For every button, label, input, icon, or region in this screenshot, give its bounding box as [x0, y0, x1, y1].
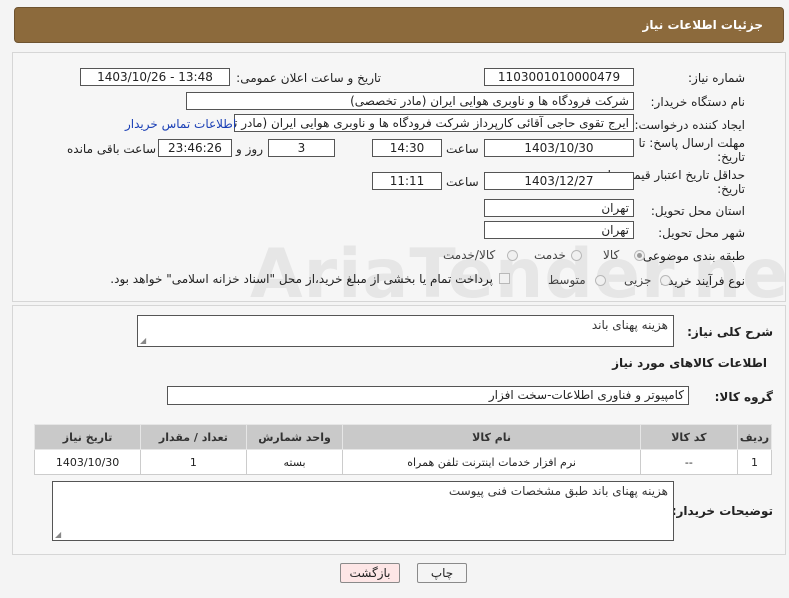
goods-info-title: اطلاعات کالاهای مورد نیاز [612, 356, 767, 370]
table-row[interactable]: 1 -- نرم افزار خدمات اینترنت تلفن همراه … [33, 449, 772, 475]
deadline-time-field[interactable]: 14:30 [372, 139, 442, 157]
col-date-header: تاریخ نیاز [33, 424, 142, 450]
resize-grip-icon[interactable]: ◢ [140, 337, 146, 345]
page-header: جزئیات اطلاعات نیاز [14, 7, 784, 43]
buyer-notes-text: هزینه پهنای باند طبق مشخصات فنی پیوست [448, 484, 668, 498]
purchase-radio-minor[interactable] [660, 275, 671, 286]
page-title: جزئیات اطلاعات نیاز [642, 18, 763, 32]
back-button[interactable]: بازگشت [340, 563, 400, 583]
table-header-row: ردیف کد کالا نام کالا واحد شمارش تعداد /… [33, 424, 772, 450]
buyer-notes-label: توضیحات خریدار: [671, 504, 773, 518]
announce-label: تاریخ و ساعت اعلان عمومی: [236, 71, 381, 85]
remaining-time-field[interactable]: 23:46:26 [158, 139, 232, 157]
price-validity-date-field[interactable]: 1403/12/27 [484, 172, 634, 190]
treasury-payment-note: پرداخت تمام یا بخشی از مبلغ خرید،از محل … [110, 272, 493, 286]
need-number-field[interactable]: 1103001010000479 [484, 68, 634, 86]
price-validity-time-field[interactable]: 11:11 [372, 172, 442, 190]
purchase-type-label: نوع فرآیند خرید : [660, 274, 745, 288]
buyer-notes-field[interactable]: هزینه پهنای باند طبق مشخصات فنی پیوست ◢ [52, 481, 674, 541]
cell-name: نرم افزار خدمات اینترنت تلفن همراه [342, 449, 641, 475]
announce-field[interactable]: 1403/10/26 - 13:48 [80, 68, 230, 86]
category-option-goods-service: کالا/خدمت [443, 248, 496, 262]
deadline-date-field[interactable]: 1403/10/30 [484, 139, 634, 157]
cell-date: 1403/10/30 [33, 449, 142, 475]
city-field[interactable]: تهران [484, 221, 634, 239]
creator-field[interactable]: ایرج تقوی حاجی آقائی کارپرداز شرکت فرودگ… [234, 114, 634, 132]
category-option-service: خدمت [534, 248, 566, 262]
deadline-label: مهلت ارسال پاسخ: تا [638, 136, 745, 150]
col-unit-header: واحد شمارش [245, 424, 344, 450]
description-text: هزینه پهنای باند [591, 318, 668, 332]
category-radio-service[interactable] [571, 250, 582, 261]
price-validity-time-label: ساعت [446, 175, 479, 189]
purchase-radio-medium[interactable] [595, 275, 606, 286]
purchase-option-medium: متوسط [548, 273, 586, 287]
description-label: شرح کلی نیاز: [687, 325, 773, 339]
need-number-label: شماره نیاز: [688, 71, 745, 85]
remaining-label: ساعت باقی مانده [67, 142, 157, 156]
purchase-option-minor: جزیی [624, 273, 652, 287]
goods-group-field[interactable]: کامپیوتر و فناوری اطلاعات-سخت افزار [167, 386, 689, 405]
category-label: طبقه بندی موضوعی: [638, 249, 745, 263]
contact-buyer-link[interactable]: اطلاعات تماس خریدار [125, 117, 236, 131]
buyer-org-label: نام دستگاه خریدار: [650, 95, 746, 109]
col-row-header: ردیف [737, 424, 772, 450]
category-radio-goods[interactable] [634, 250, 645, 261]
deadline-time-label: ساعت [446, 142, 479, 156]
print-button[interactable]: چاپ [417, 563, 467, 583]
col-name-header: نام کالا [342, 424, 641, 450]
category-radio-goods-service[interactable] [507, 250, 518, 261]
treasury-payment-checkbox[interactable] [499, 273, 510, 284]
city-label: شهر محل تحویل: [658, 226, 745, 240]
col-qty-header: تعداد / مقدار [140, 424, 247, 450]
cell-unit: بسته [245, 449, 344, 475]
price-validity-date-label: تاریخ: [717, 182, 745, 196]
province-label: استان محل تحویل: [650, 204, 745, 218]
cell-code: -- [639, 449, 739, 475]
province-field[interactable]: تهران [484, 199, 634, 217]
buyer-org-field[interactable]: شرکت فرودگاه ها و ناوبری هوایی ایران (ما… [186, 92, 634, 110]
goods-group-label: گروه کالا: [714, 390, 773, 404]
goods-table: ردیف کد کالا نام کالا واحد شمارش تعداد /… [33, 424, 772, 475]
category-option-goods: کالا [603, 248, 620, 262]
days-label: روز و [236, 142, 263, 156]
cell-row: 1 [737, 449, 772, 475]
col-code-header: کد کالا [639, 424, 739, 450]
description-field[interactable]: هزینه پهنای باند ◢ [137, 315, 674, 347]
days-field[interactable]: 3 [268, 139, 335, 157]
creator-label: ایجاد کننده درخواست: [634, 118, 745, 132]
resize-grip-icon[interactable]: ◢ [55, 531, 61, 539]
cell-qty: 1 [140, 449, 247, 475]
deadline-date-label: تاریخ: [717, 150, 745, 164]
